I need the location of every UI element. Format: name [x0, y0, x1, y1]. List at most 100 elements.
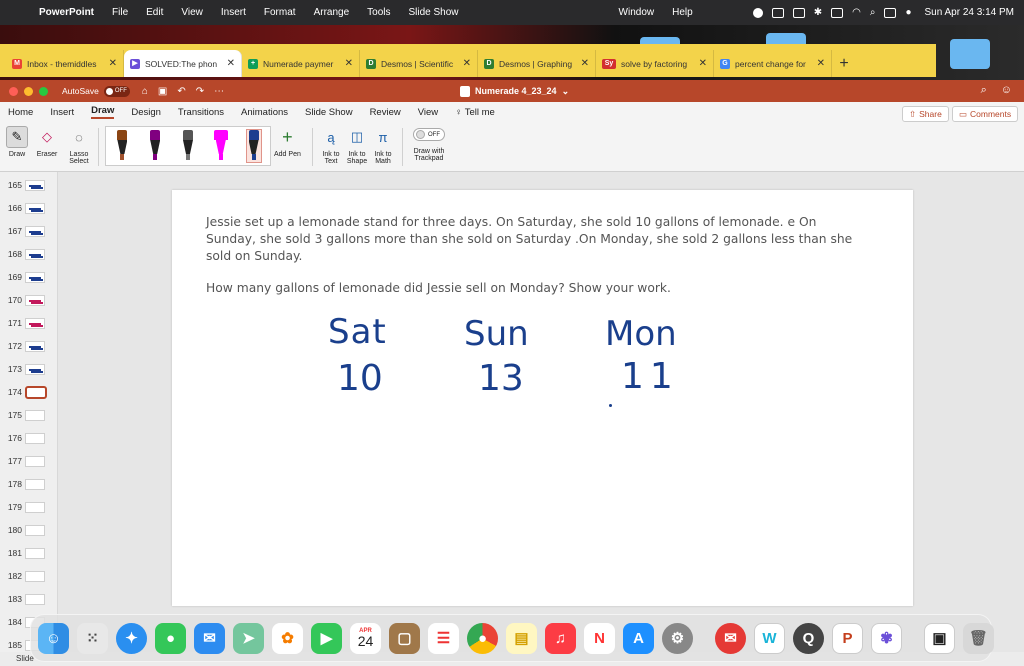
folder-icon[interactable] [950, 39, 990, 69]
app-store-icon[interactable]: A [623, 622, 654, 654]
tab-insert[interactable]: Insert [50, 107, 74, 118]
slide-thumbnail[interactable]: 175 [0, 406, 58, 424]
browser-tab-active[interactable]: ▶ SOLVED:The phon ✕ [124, 50, 242, 77]
trash-icon[interactable]: 🗑 [963, 622, 994, 654]
close-window-button[interactable] [9, 86, 18, 96]
screen-mirror-icon[interactable] [792, 7, 805, 18]
minimize-window-button[interactable] [24, 86, 33, 96]
slide-thumbnail[interactable]: 183 [0, 590, 58, 608]
siri-icon[interactable]: ● [905, 7, 911, 18]
tab-animations[interactable]: Animations [241, 107, 288, 118]
quicktime-icon[interactable]: Q [793, 622, 824, 654]
save-icon[interactable]: ▣ [158, 86, 167, 97]
tab-view[interactable]: View [418, 107, 438, 118]
pen-gray[interactable] [181, 130, 195, 162]
problem-text[interactable]: Jessie set up a lemonade stand for three… [206, 214, 866, 265]
handwriting-sat-label[interactable]: Sat [328, 312, 387, 352]
notes-brown-icon[interactable]: ▢ [389, 622, 420, 654]
slide-thumbnail[interactable]: 178 [0, 475, 58, 493]
eraser-tool[interactable]: ◇ Eraser [36, 126, 58, 158]
menu-edit[interactable]: Edit [137, 7, 172, 18]
question-text[interactable]: How many gallons of lemonade did Jessie … [206, 281, 671, 295]
slide-thumbnail[interactable]: 176 [0, 429, 58, 447]
undo-icon[interactable]: ↶ [177, 86, 185, 97]
messages-icon[interactable]: ● [155, 622, 186, 654]
account-icon[interactable]: ☺ [1001, 84, 1012, 97]
handwriting-mon-label[interactable]: Mon [605, 314, 677, 354]
tab-transitions[interactable]: Transitions [178, 107, 224, 118]
slide-thumbnail[interactable]: 177 [0, 452, 58, 470]
search-icon[interactable]: ⌕ [870, 7, 876, 18]
launchpad-icon[interactable]: ⁙ [77, 622, 108, 654]
facetime-icon[interactable]: ▶ [311, 622, 342, 654]
browser-tab[interactable]: D Desmos | Graphing ✕ [478, 50, 596, 77]
comments-button[interactable]: ▭ Comments [952, 106, 1019, 122]
ink-to-math-button[interactable]: π Ink to Math [370, 126, 396, 166]
slide-thumbnail[interactable]: 167 [0, 222, 58, 240]
close-icon[interactable]: ✕ [345, 58, 353, 69]
pen-purple[interactable] [148, 130, 162, 162]
slide-thumbnail[interactable]: 171 [0, 314, 58, 332]
menu-datetime[interactable]: Sun Apr 24 3:14 PM [924, 7, 1014, 18]
slide-thumbnail[interactable]: 179 [0, 498, 58, 516]
finder-icon[interactable]: ☺ [38, 622, 69, 654]
redo-icon[interactable]: ↷ [196, 86, 204, 97]
photos-icon[interactable]: ✿ [272, 622, 303, 654]
slide-thumbnail[interactable]: 170 [0, 291, 58, 309]
handwriting-sat-value[interactable]: 10 [337, 358, 383, 399]
handwriting-mon-value[interactable]: 11 [621, 356, 679, 397]
notes-icon[interactable]: ▤ [506, 622, 537, 654]
close-icon[interactable]: ✕ [817, 58, 825, 69]
tab-draw[interactable]: Draw [91, 105, 115, 119]
tab-home[interactable]: Home [8, 107, 33, 118]
close-icon[interactable]: ✕ [699, 58, 707, 69]
slide-thumbnail[interactable]: 181 [0, 544, 58, 562]
slide-thumbnail[interactable]: 166 [0, 199, 58, 217]
bluetooth-icon[interactable]: ✱ [814, 7, 822, 18]
tab-design[interactable]: Design [131, 107, 161, 118]
reminders-icon[interactable]: ☰ [428, 622, 459, 654]
menu-help[interactable]: Help [663, 7, 702, 18]
chrome-icon[interactable]: ● [467, 622, 498, 654]
system-preferences-icon[interactable]: ⚙ [662, 622, 693, 654]
tell-me[interactable]: ♀ Tell me [455, 107, 495, 118]
safari-icon[interactable]: ✦ [116, 622, 147, 654]
ink-to-shape-button[interactable]: ◫ Ink to Shape [344, 126, 370, 165]
add-pen-button[interactable]: + Add Pen [274, 126, 301, 159]
slide-thumbnail[interactable]: 174 [0, 383, 58, 401]
autosave-toggle[interactable]: OFF [103, 85, 130, 97]
extension-icon[interactable] [771, 7, 784, 18]
menu-window[interactable]: Window [610, 7, 664, 18]
handwriting-sun-value[interactable]: 13 [478, 358, 524, 399]
current-slide[interactable]: Jessie set up a lemonade stand for three… [172, 190, 913, 606]
menu-file[interactable]: File [103, 7, 137, 18]
news-icon[interactable]: N [584, 622, 615, 654]
slide-thumbnail[interactable]: 180 [0, 521, 58, 539]
draw-with-trackpad[interactable]: OFF Draw with Trackpad [408, 126, 450, 162]
menu-view[interactable]: View [172, 7, 212, 18]
zoom-window-button[interactable] [39, 86, 48, 96]
menu-slide-show[interactable]: Slide Show [400, 7, 468, 18]
preview-icon[interactable]: ▣ [924, 622, 955, 654]
browser-tab[interactable]: Sy solve by factoring ✕ [596, 50, 714, 77]
highlighter-magenta[interactable] [213, 130, 228, 162]
maps-icon[interactable]: ➤ [233, 622, 264, 654]
trackpad-toggle[interactable]: OFF [413, 128, 445, 141]
mail-icon[interactable]: ✉ [194, 622, 225, 654]
w-app-icon[interactable]: W [754, 622, 785, 654]
home-icon[interactable]: ⌂ [142, 86, 148, 97]
draw-tool[interactable]: ✎ Draw [6, 126, 28, 158]
tab-slide-show[interactable]: Slide Show [305, 107, 353, 118]
wifi-icon[interactable]: ◠ [852, 7, 861, 18]
browser-tab[interactable]: G percent change for ✕ [714, 50, 832, 77]
slide-thumbnail[interactable]: 182 [0, 567, 58, 585]
slide-thumbnail[interactable]: 172 [0, 337, 58, 355]
slide-thumbnail[interactable]: 169 [0, 268, 58, 286]
new-tab-button[interactable]: + [832, 50, 856, 77]
record-icon[interactable] [752, 7, 763, 18]
more-icon[interactable]: ⋯ [214, 86, 224, 97]
menu-arrange[interactable]: Arrange [305, 7, 359, 18]
slide-thumbnail[interactable]: 165 [0, 176, 58, 194]
tab-review[interactable]: Review [370, 107, 401, 118]
music-icon[interactable]: ♫ [545, 622, 576, 654]
